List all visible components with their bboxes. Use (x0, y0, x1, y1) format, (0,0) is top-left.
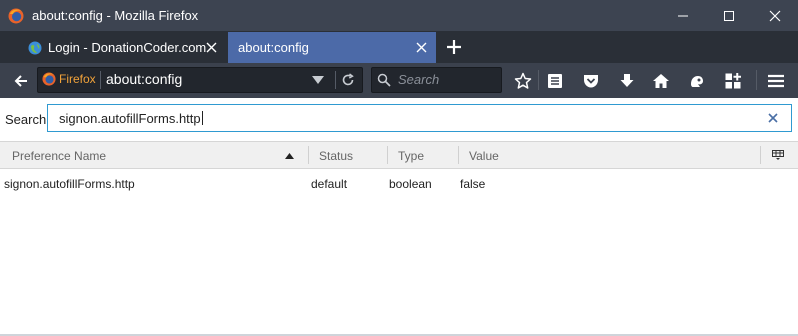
identity-label: Firefox (59, 72, 96, 86)
search-bar[interactable]: Search (371, 67, 502, 93)
column-status[interactable]: Status (319, 149, 353, 163)
tab-strip: Login - DonationCoder.com about:config (0, 31, 798, 63)
column-picker-icon[interactable] (772, 150, 784, 160)
minimize-button[interactable] (660, 0, 706, 31)
close-icon (769, 10, 781, 21)
url-bar[interactable]: Firefox about:config (37, 67, 363, 93)
maximize-icon (724, 10, 734, 21)
column-header: Preference Name Status Type Value (0, 141, 798, 169)
close-tab-icon[interactable] (415, 41, 428, 54)
dropdown-arrow-icon[interactable] (312, 76, 324, 84)
column-value[interactable]: Value (469, 149, 499, 163)
text-caret (201, 111, 203, 125)
firefox-logo-icon (8, 8, 24, 23)
star-icon[interactable] (514, 72, 532, 90)
divider (100, 71, 101, 89)
status-cell: default (311, 177, 348, 191)
download-icon[interactable] (618, 72, 636, 90)
tab-donationcoder[interactable]: Login - DonationCoder.com (20, 32, 226, 63)
column-type[interactable]: Type (398, 149, 424, 163)
type-cell: boolean (389, 177, 432, 191)
tab-about-config[interactable]: about:config (228, 32, 436, 63)
config-search-row: Search: signon.autofillForms.http (0, 98, 798, 140)
new-tab-icon[interactable] (446, 39, 462, 55)
search-icon (377, 73, 391, 87)
config-search-input[interactable]: signon.autofillForms.http (47, 104, 792, 132)
home-icon[interactable] (652, 72, 670, 90)
sync-icon[interactable] (688, 72, 706, 90)
column-divider[interactable] (308, 146, 309, 164)
menu-icon[interactable] (767, 72, 785, 90)
column-divider[interactable] (387, 146, 388, 164)
search-value: signon.autofillForms.http (59, 111, 201, 126)
column-preference-name[interactable]: Preference Name (12, 149, 106, 163)
identity-box[interactable]: Firefox (42, 72, 96, 86)
divider (538, 70, 539, 90)
globe-icon (28, 41, 42, 54)
close-window-button[interactable] (752, 0, 798, 31)
window-title: about:config - Mozilla Firefox (32, 8, 199, 23)
reload-icon[interactable] (341, 73, 355, 87)
navigation-toolbar: Firefox about:config Search (0, 63, 798, 98)
sort-ascending-icon (285, 153, 294, 159)
back-button[interactable] (10, 70, 32, 92)
url-text[interactable]: about:config (106, 71, 182, 87)
preference-name-cell: signon.autofillForms.http (4, 177, 135, 191)
close-tab-icon[interactable] (205, 41, 218, 54)
column-divider[interactable] (458, 146, 459, 164)
minimize-icon (678, 15, 688, 16)
column-divider[interactable] (760, 146, 761, 164)
window-controls (660, 0, 798, 31)
value-cell: false (460, 177, 486, 191)
divider (756, 70, 757, 90)
maximize-button[interactable] (706, 0, 752, 31)
tab-label: about:config (238, 40, 309, 55)
reading-list-icon[interactable] (546, 72, 564, 90)
table-row[interactable]: signon.autofillForms.http default boolea… (0, 170, 798, 196)
divider (335, 71, 336, 89)
search-placeholder: Search (398, 72, 440, 87)
title-bar: about:config - Mozilla Firefox (0, 0, 798, 31)
extensions-icon[interactable] (724, 72, 742, 90)
search-label: Search: (5, 112, 50, 127)
pocket-icon[interactable] (582, 72, 600, 90)
firefox-logo-icon (42, 72, 56, 86)
tab-label: Login - DonationCoder.com (48, 40, 207, 55)
clear-search-icon[interactable] (767, 112, 779, 124)
back-arrow-icon (14, 75, 27, 87)
